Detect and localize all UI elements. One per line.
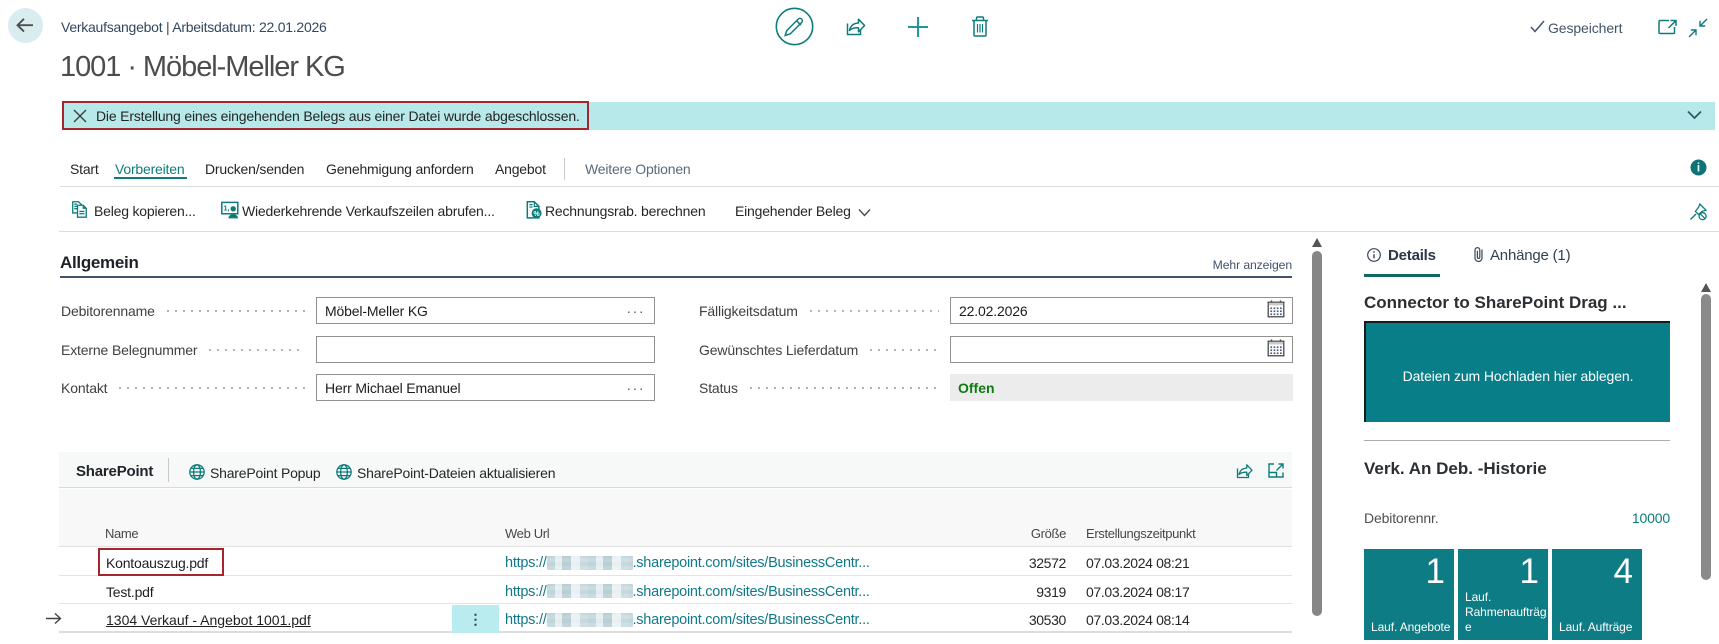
svg-text:%: %: [533, 211, 540, 218]
svg-text:i: i: [1697, 163, 1700, 175]
svg-text:1,: 1,: [223, 204, 229, 213]
